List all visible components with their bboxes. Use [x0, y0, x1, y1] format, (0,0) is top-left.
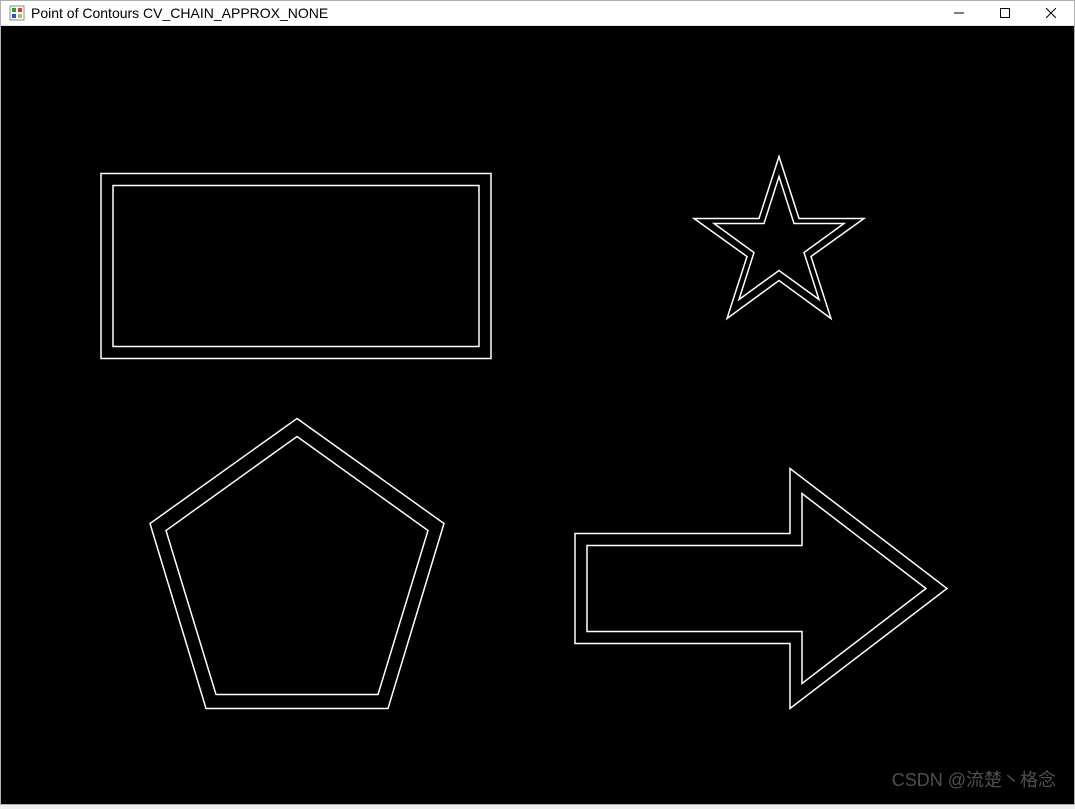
star-outer — [694, 157, 864, 319]
window-title: Point of Contours CV_CHAIN_APPROX_NONE — [31, 5, 936, 21]
window-controls — [936, 1, 1074, 25]
arrow-contour — [575, 469, 947, 709]
minimize-icon — [954, 8, 964, 18]
maximize-button[interactable] — [982, 1, 1028, 25]
pentagon-outer — [150, 419, 444, 709]
arrow-outer — [575, 469, 947, 709]
app-icon — [9, 5, 25, 21]
close-button[interactable] — [1028, 1, 1074, 25]
arrow-inner — [587, 494, 926, 684]
rectangle-contour — [101, 174, 491, 359]
image-viewport: CSDN @流楚丶格念 — [1, 26, 1074, 804]
minimize-button[interactable] — [936, 1, 982, 25]
contour-canvas — [1, 26, 1074, 804]
maximize-icon — [1000, 8, 1010, 18]
star-contour — [694, 157, 864, 319]
watermark-text: CSDN @流楚丶格念 — [892, 766, 1056, 792]
window-titlebar[interactable]: Point of Contours CV_CHAIN_APPROX_NONE — [1, 1, 1074, 26]
rectangle-outer — [101, 174, 491, 359]
application-window: Point of Contours CV_CHAIN_APPROX_NONE — [0, 0, 1075, 805]
rectangle-inner — [113, 186, 479, 347]
close-icon — [1046, 8, 1056, 18]
pentagon-contour — [150, 419, 444, 709]
pentagon-inner — [166, 437, 428, 695]
